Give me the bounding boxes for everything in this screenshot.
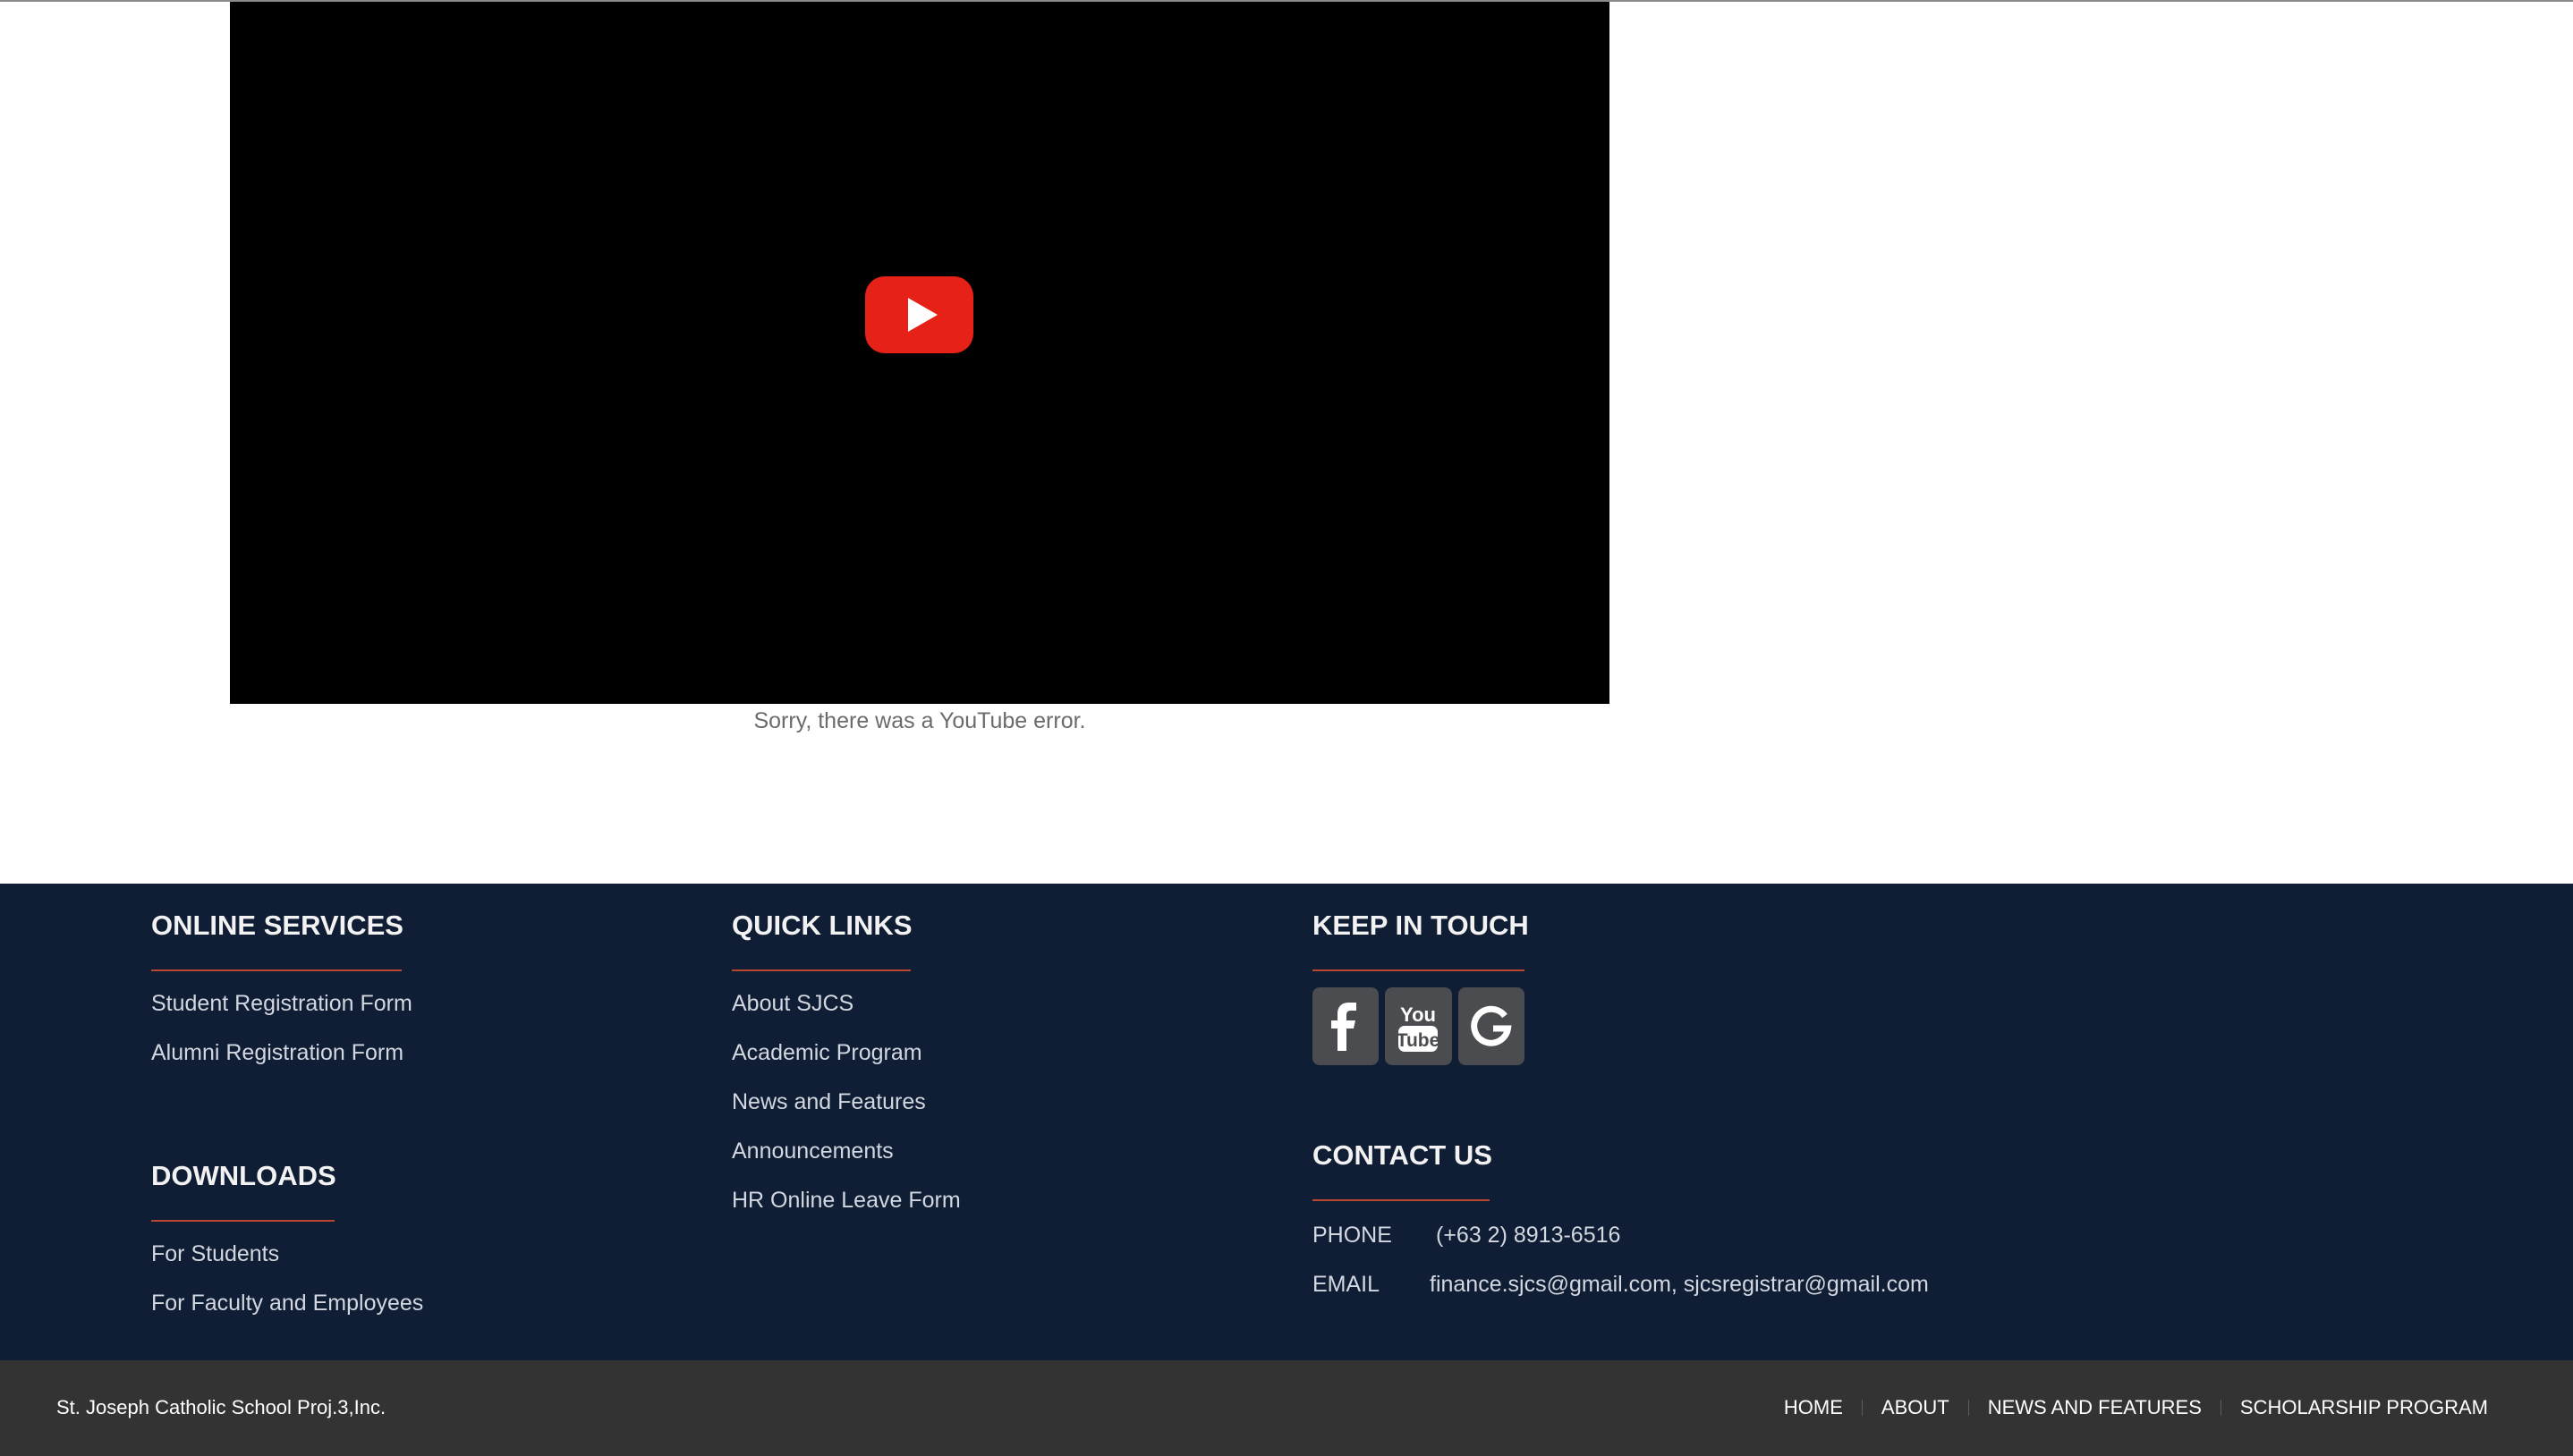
facebook-button[interactable] xyxy=(1312,987,1380,1065)
list-item: Alumni Registration Form xyxy=(151,1042,403,1091)
google-button[interactable] xyxy=(1457,987,1524,1065)
about-sjcs-link[interactable]: About SJCS xyxy=(732,993,853,1015)
phone-value: (+63 2) 8913-6516 xyxy=(1436,1223,1621,1248)
nav-home-link[interactable]: HOME xyxy=(1784,1396,1843,1419)
footer: ONLINE SERVICES Student Registration For… xyxy=(0,884,2573,1360)
list-item: For Faculty and Employees xyxy=(151,1292,423,1342)
phone-row: PHONE (+63 2) 8913-6516 xyxy=(1312,1223,1939,1272)
keep-in-touch-rule xyxy=(1312,969,1524,971)
downloads-list: For Students For Faculty and Employees xyxy=(151,1243,423,1342)
svg-text:You: You xyxy=(1401,1003,1437,1026)
list-item: Student Registration Form xyxy=(151,993,412,1042)
online-services-heading: ONLINE SERVICES xyxy=(151,910,403,941)
keep-in-touch-heading: KEEP IN TOUCH xyxy=(1312,910,1529,941)
nav-separator xyxy=(1967,1400,1969,1416)
phone-label: PHONE xyxy=(1312,1223,1392,1248)
social-icons: You Tube xyxy=(1312,987,1524,1065)
facebook-icon xyxy=(1331,1002,1357,1051)
academic-program-link[interactable]: Academic Program xyxy=(732,1042,922,1064)
youtube-button[interactable]: You Tube xyxy=(1385,987,1452,1065)
youtube-icon: You Tube xyxy=(1397,1003,1440,1052)
email-value[interactable]: finance.sjcs@gmail.com, sjcsregistrar@gm… xyxy=(1430,1272,1929,1297)
google-icon xyxy=(1471,1005,1512,1046)
bottom-nav: HOME ABOUT NEWS AND FEATURES SCHOLARSHIP… xyxy=(1784,1396,2488,1419)
online-services-list: Student Registration Form Alumni Registr… xyxy=(151,993,412,1091)
footer-bottom-bar: St. Joseph Catholic School Proj.3,Inc. H… xyxy=(0,1360,2573,1456)
online-services-rule xyxy=(151,969,402,971)
downloads-section: DOWNLOADS For Students For Faculty and E… xyxy=(151,1160,423,1342)
contact-us-section: CONTACT US PHONE (+63 2) 8913-6516 EMAIL f… xyxy=(1312,1141,1939,1321)
announcements-link[interactable]: Announcements xyxy=(732,1140,894,1163)
downloads-faculty-link[interactable]: For Faculty and Employees xyxy=(151,1292,423,1315)
student-registration-link[interactable]: Student Registration Form xyxy=(151,993,412,1015)
list-item: Academic Program xyxy=(732,1042,922,1091)
keep-in-touch-section: KEEP IN TOUCH You Tube xyxy=(1312,910,1529,1065)
quick-links-rule xyxy=(732,969,911,971)
downloads-students-link[interactable]: For Students xyxy=(151,1243,279,1266)
nav-scholarship-link[interactable]: SCHOLARSHIP PROGRAM xyxy=(2240,1396,2488,1419)
copyright-text: St. Joseph Catholic School Proj.3,Inc. xyxy=(56,1396,386,1418)
nav-separator xyxy=(1861,1400,1863,1416)
list-item: About SJCS xyxy=(732,993,911,1042)
list-item: For Students xyxy=(151,1243,335,1292)
hr-leave-form-link[interactable]: HR Online Leave Form xyxy=(732,1189,961,1212)
email-label: EMAIL xyxy=(1312,1272,1380,1297)
list-item: Announcements xyxy=(732,1140,911,1189)
contact-us-heading: CONTACT US xyxy=(1312,1139,1492,1171)
svg-text:Tube: Tube xyxy=(1397,1030,1440,1051)
list-item: HR Online Leave Form xyxy=(732,1189,961,1239)
play-triangle-icon xyxy=(908,298,938,332)
youtube-play-icon[interactable] xyxy=(865,276,973,353)
downloads-rule xyxy=(151,1220,335,1222)
online-services-section: ONLINE SERVICES Student Registration For… xyxy=(151,910,412,1091)
news-features-link[interactable]: News and Features xyxy=(732,1091,926,1113)
quick-links-list: About SJCS Academic Program News and Fea… xyxy=(732,993,961,1239)
contact-us-rule xyxy=(1312,1199,1490,1201)
quick-links-section: QUICK LINKS About SJCS Academic Program … xyxy=(732,910,961,1239)
youtube-error-message: Sorry, there was a YouTube error. xyxy=(753,708,1086,733)
quick-links-heading: QUICK LINKS xyxy=(732,910,913,941)
email-row: EMAIL finance.sjcs@gmail.com, sjcsregistr… xyxy=(1312,1272,1939,1321)
nav-about-link[interactable]: ABOUT xyxy=(1881,1396,1949,1419)
alumni-registration-link[interactable]: Alumni Registration Form xyxy=(151,1042,403,1064)
downloads-heading: DOWNLOADS xyxy=(151,1160,336,1191)
list-item: News and Features xyxy=(732,1091,926,1140)
youtube-video-embed[interactable] xyxy=(230,2,1609,704)
nav-news-features-link[interactable]: NEWS AND FEATURES xyxy=(1988,1396,2202,1419)
contact-details: PHONE (+63 2) 8913-6516 EMAIL finance.sjcs… xyxy=(1312,1223,1939,1321)
